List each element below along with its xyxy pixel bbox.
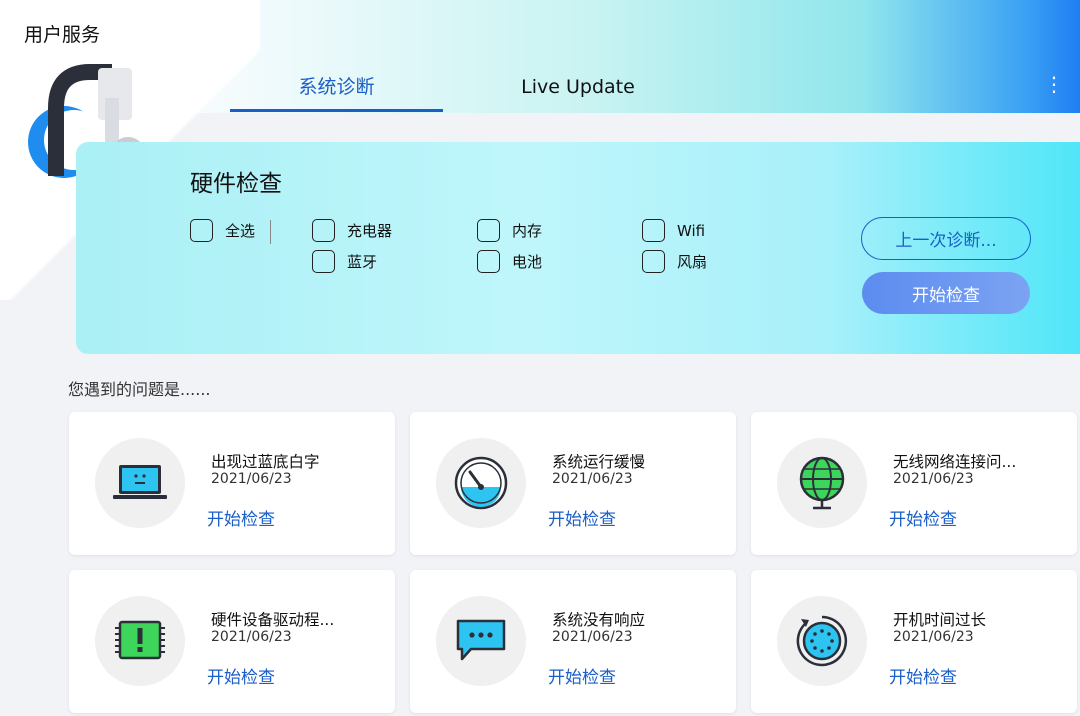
wifi-checkbox[interactable]: Wifi xyxy=(642,219,705,242)
issue-date: 2021/06/23 xyxy=(893,471,974,487)
checkbox-box[interactable] xyxy=(642,250,665,273)
issue-date: 2021/06/23 xyxy=(552,471,633,487)
last-diagnosis-button[interactable]: 上一次诊断... xyxy=(861,217,1031,260)
divider xyxy=(270,220,271,244)
checkbox-box[interactable] xyxy=(312,250,335,273)
bluetooth-checkbox[interactable]: 蓝牙 xyxy=(312,250,377,273)
app-title: 用户服务 xyxy=(24,24,101,46)
start-check-link[interactable]: 开始检查 xyxy=(207,505,275,530)
hardware-check-title: 硬件检查 xyxy=(190,171,282,197)
issue-title: 系统运行缓慢 xyxy=(552,453,646,471)
start-check-link[interactable]: 开始检查 xyxy=(548,663,616,688)
checkbox-label: 内存 xyxy=(512,222,543,240)
start-check-link[interactable]: 开始检查 xyxy=(889,505,957,530)
issue-title: 出现过蓝底白字 xyxy=(211,453,320,471)
checkbox-label: 全选 xyxy=(225,222,256,240)
checkbox-box[interactable] xyxy=(642,219,665,242)
issue-card-wifi[interactable]: 无线网络连接问... 2021/06/23 开始检查 xyxy=(751,412,1077,555)
checkbox-label: 充电器 xyxy=(347,222,393,240)
icon-circle xyxy=(777,438,867,528)
battery-checkbox[interactable]: 电池 xyxy=(477,250,542,273)
issue-card-driver[interactable]: 硬件设备驱动程... 2021/06/23 开始检查 xyxy=(69,570,395,713)
icon-circle xyxy=(95,438,185,528)
issue-card-slow-system[interactable]: 系统运行缓慢 2021/06/23 开始检查 xyxy=(410,412,736,555)
tab-bar: 系统诊断 Live Update xyxy=(230,62,713,114)
checkbox-label: 电池 xyxy=(512,253,543,271)
select-all-checkbox[interactable]: 全选 xyxy=(190,219,255,242)
icon-circle xyxy=(436,438,526,528)
issue-title: 系统没有响应 xyxy=(552,611,646,629)
icon-circle xyxy=(95,596,185,686)
checkbox-box[interactable] xyxy=(477,250,500,273)
chip-alert-icon xyxy=(115,620,165,660)
checkbox-box[interactable] xyxy=(190,219,213,242)
start-check-link[interactable]: 开始检查 xyxy=(889,663,957,688)
checkbox-box[interactable] xyxy=(477,219,500,242)
fan-checkbox[interactable]: 风扇 xyxy=(642,250,707,273)
issue-date: 2021/06/23 xyxy=(552,629,633,645)
chat-bubble-icon xyxy=(456,619,506,661)
issue-title: 开机时间过长 xyxy=(893,611,987,629)
hardware-check-panel: 硬件检查 全选 充电器 蓝牙 内存 电池 Wifi 风扇 上一次诊断... 开始… xyxy=(76,142,1080,354)
memory-checkbox[interactable]: 内存 xyxy=(477,219,542,242)
issue-card-bsod[interactable]: 出现过蓝底白字 2021/06/23 开始检查 xyxy=(69,412,395,555)
checkbox-box[interactable] xyxy=(312,219,335,242)
issue-date: 2021/06/23 xyxy=(211,471,292,487)
checkbox-label: 蓝牙 xyxy=(347,253,378,271)
issues-heading: 您遇到的问题是...... xyxy=(68,380,211,399)
issue-date: 2021/06/23 xyxy=(211,629,292,645)
issue-title: 无线网络连接问... xyxy=(893,453,1017,471)
issue-card-no-response[interactable]: 系统没有响应 2021/06/23 开始检查 xyxy=(410,570,736,713)
charger-checkbox[interactable]: 充电器 xyxy=(312,219,392,242)
checkbox-label: 风扇 xyxy=(677,253,708,271)
laptop-bsod-icon xyxy=(113,465,167,499)
tab-system-diagnosis[interactable]: 系统诊断 xyxy=(230,62,443,112)
loading-clock-icon xyxy=(796,615,848,667)
issue-date: 2021/06/23 xyxy=(893,629,974,645)
checkbox-label: Wifi xyxy=(677,221,706,240)
globe-icon xyxy=(799,456,845,510)
gauge-icon xyxy=(454,456,508,510)
start-check-button[interactable]: 开始检查 xyxy=(862,272,1030,314)
icon-circle xyxy=(436,596,526,686)
start-check-link[interactable]: 开始检查 xyxy=(207,663,275,688)
issue-card-slow-boot[interactable]: 开机时间过长 2021/06/23 开始检查 xyxy=(751,570,1077,713)
issue-title: 硬件设备驱动程... xyxy=(211,611,335,629)
icon-circle xyxy=(777,596,867,686)
start-check-link[interactable]: 开始检查 xyxy=(548,505,616,530)
tab-live-update[interactable]: Live Update xyxy=(443,62,713,112)
more-menu-icon[interactable]: ⋮ xyxy=(1044,72,1064,96)
